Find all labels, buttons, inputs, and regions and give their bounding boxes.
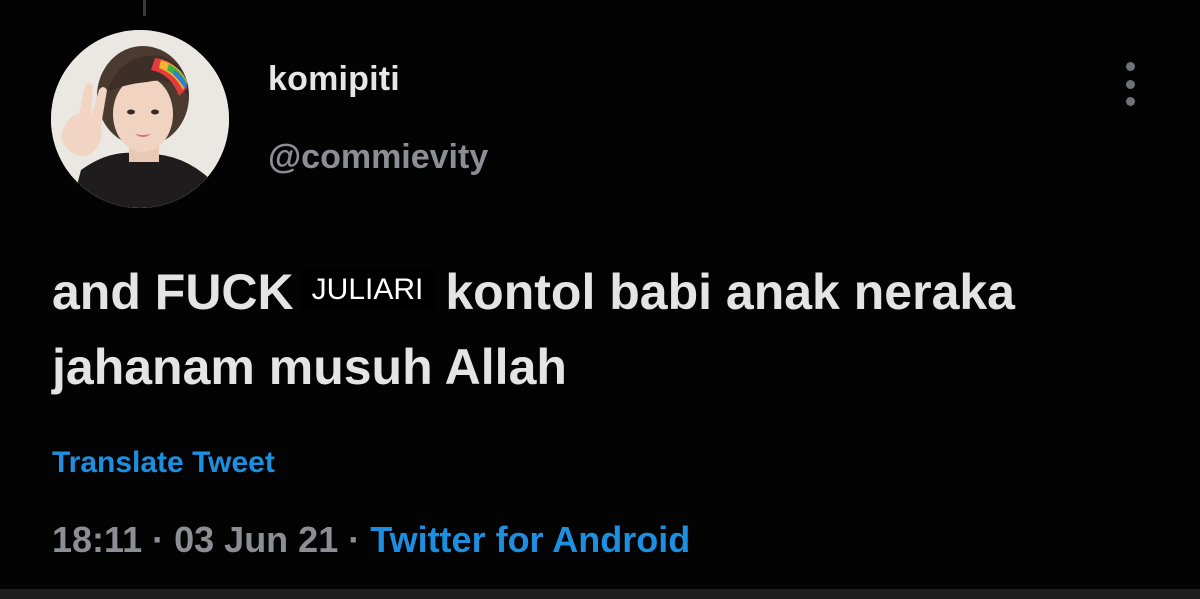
thread-connector-line — [143, 0, 146, 16]
redaction-label: JULIARI — [299, 270, 436, 310]
more-vertical-icon-dot — [1125, 79, 1135, 89]
user-handle[interactable]: @commievity — [268, 138, 488, 177]
more-vertical-icon-dot — [1125, 97, 1135, 106]
tweet-screenshot: komipiti @commievity and FUCK JULIARI kont… — [0, 0, 1200, 599]
tweet-text-start: and FUCK — [52, 264, 294, 320]
tweet-date[interactable]: 03 Jun 21 — [174, 519, 338, 560]
meta-separator: · — [152, 519, 165, 560]
more-vertical-icon — [1125, 62, 1135, 71]
avatar-image — [51, 30, 229, 208]
tweet-source-link[interactable]: Twitter for Android — [370, 519, 690, 560]
display-name[interactable]: komipiti — [268, 60, 400, 99]
avatar[interactable] — [51, 30, 229, 208]
bottom-divider — [0, 589, 1200, 599]
more-options-button[interactable] — [1112, 56, 1148, 112]
tweet-time[interactable]: 18:11 — [52, 519, 142, 560]
translate-tweet-link[interactable]: Translate Tweet — [52, 446, 275, 480]
meta-separator: · — [348, 519, 361, 560]
tweet-text: and FUCK JULIARI kontol babi anak neraka j… — [52, 255, 1152, 405]
tweet-metadata: 18:11 · 03 Jun 21 · Twitter for Android — [52, 519, 690, 561]
